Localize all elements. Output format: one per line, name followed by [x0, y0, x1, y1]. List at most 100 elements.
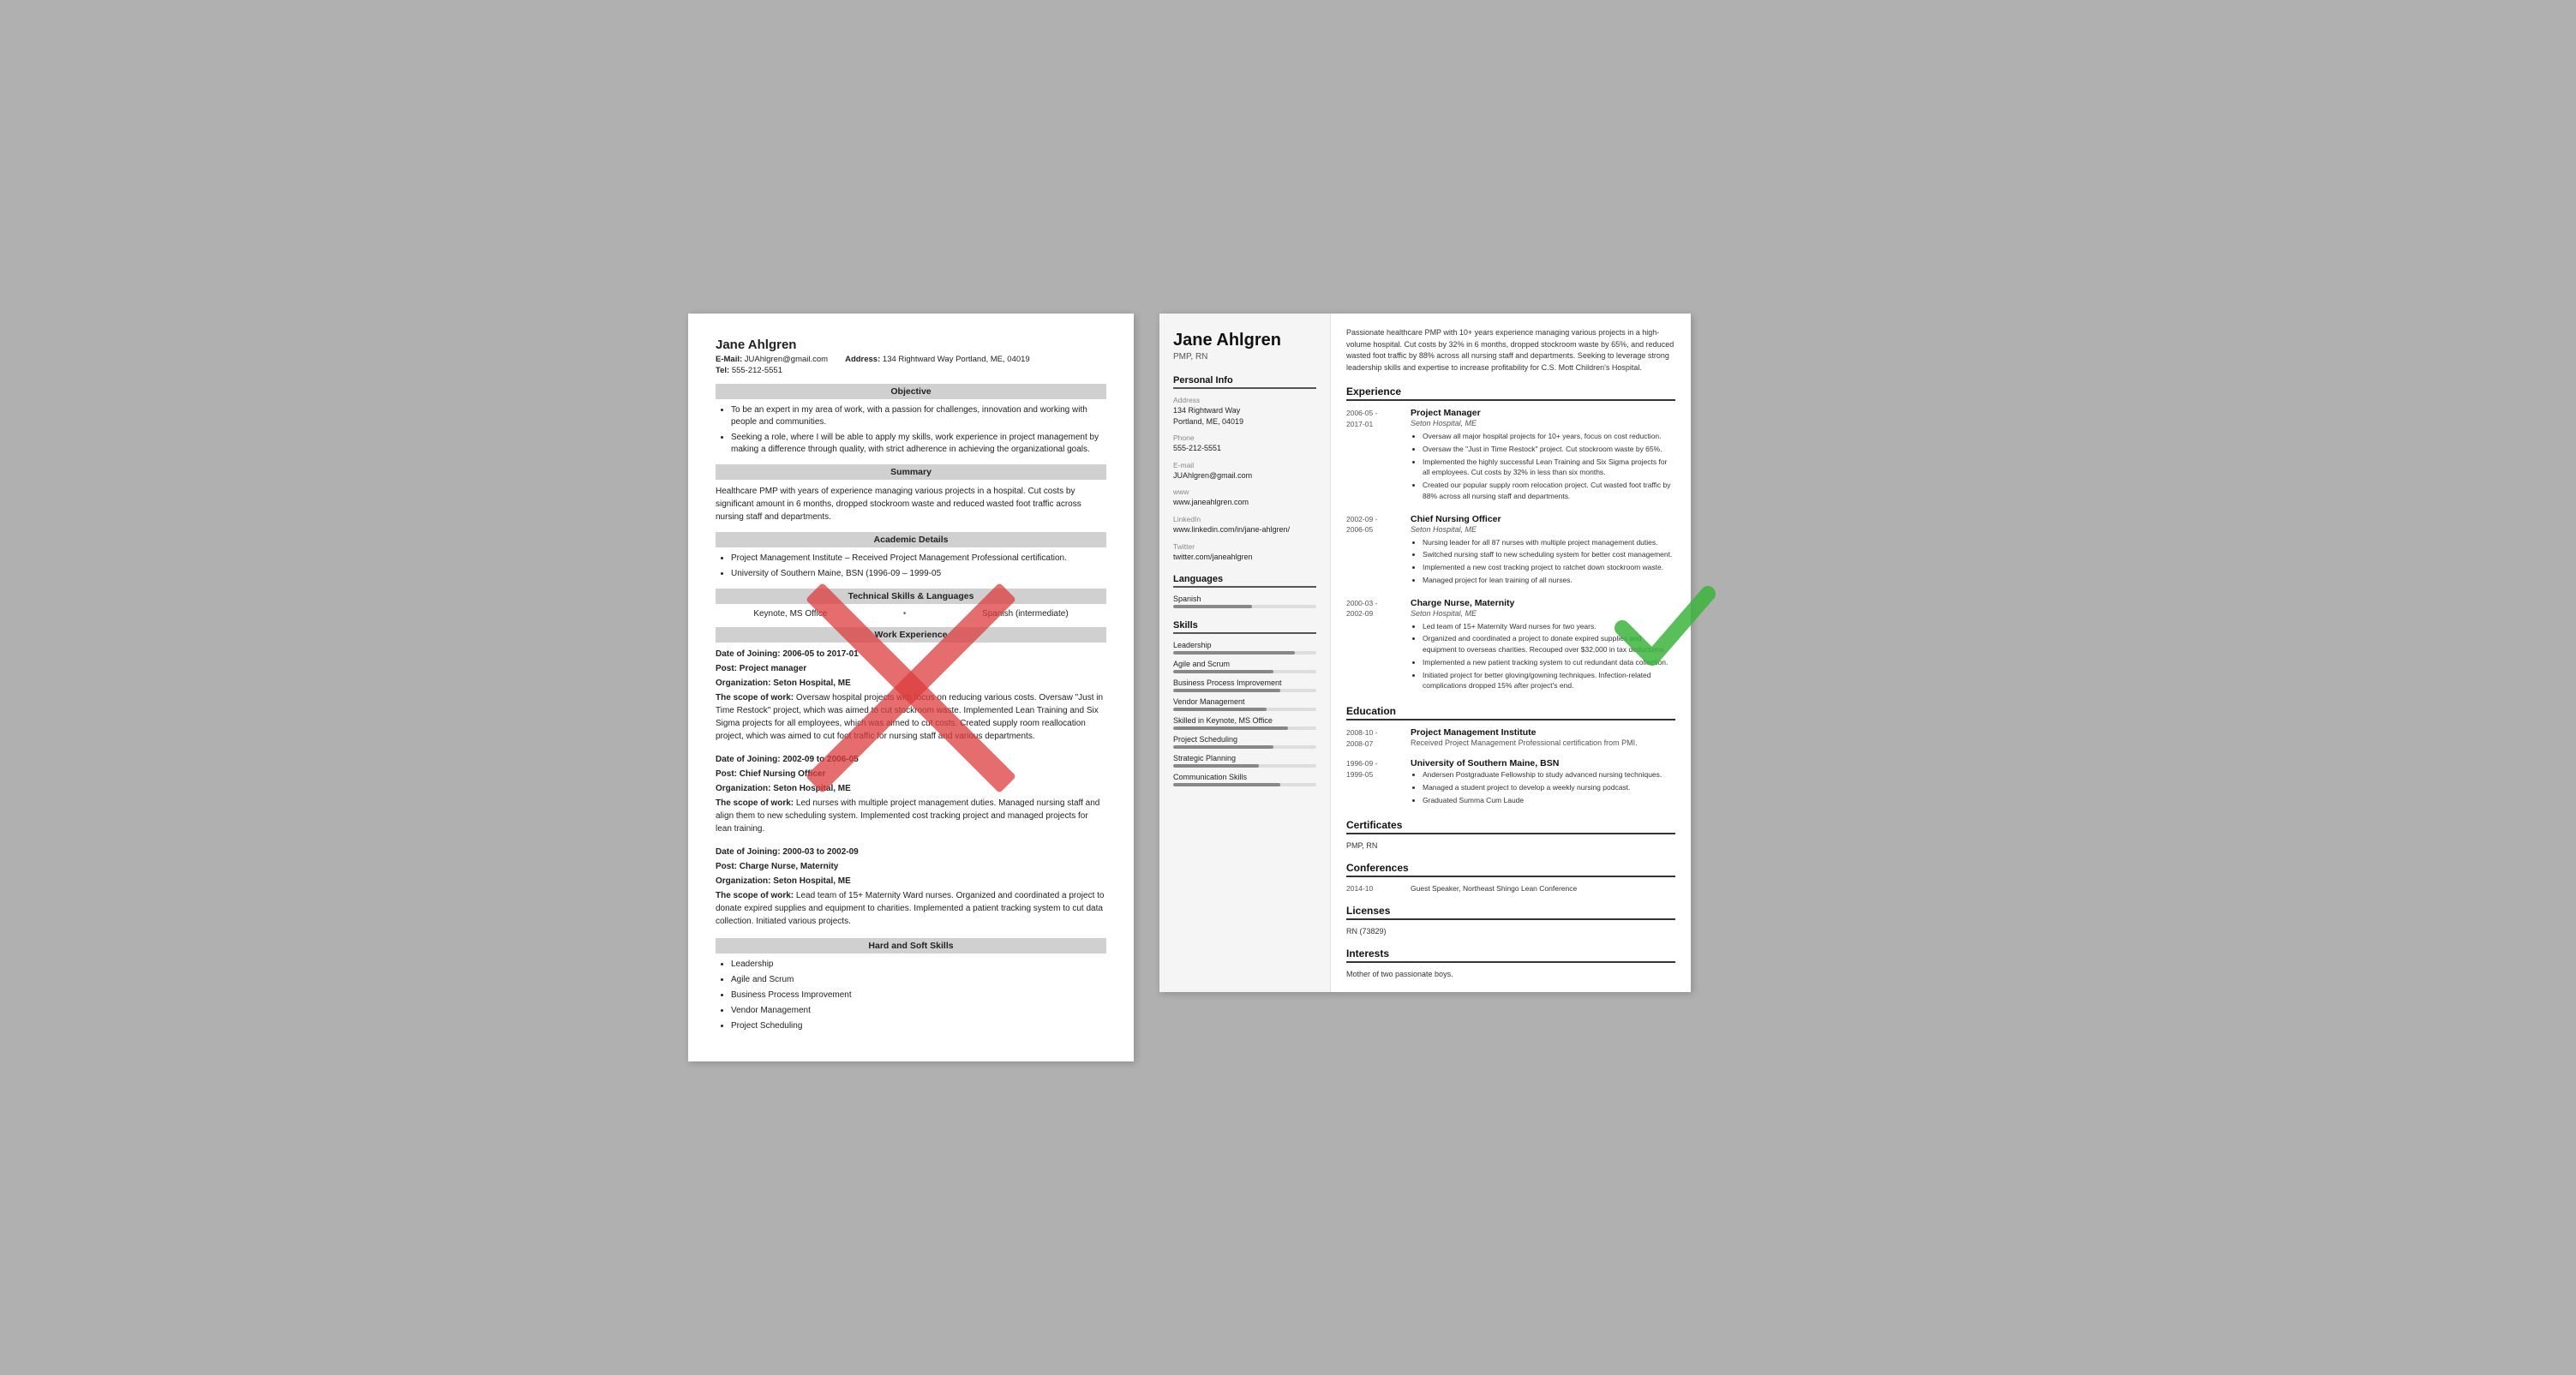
edu-org: Received Project Management Professional…: [1411, 738, 1638, 747]
right-summary: Passionate healthcare PMP with 10+ years…: [1346, 327, 1675, 374]
edu-content: Project Management Institute Received Pr…: [1411, 727, 1638, 750]
right-right-col: Passionate healthcare PMP with 10+ years…: [1331, 314, 1691, 992]
skill-bpi: Business Process Improvement: [1173, 679, 1316, 692]
left-objective-title: Objective: [716, 384, 1106, 399]
exp-entry-2: 2002-09 -2006-05 Chief Nursing Officer S…: [1346, 514, 1675, 588]
work-scope: The scope of work: Led nurses with multi…: [716, 797, 1106, 835]
right-conf-title: Conferences: [1346, 862, 1675, 877]
list-item: Seeking a role, where I will be able to …: [731, 432, 1106, 456]
left-academic-list: Project Management Institute – Received …: [716, 553, 1106, 580]
edu-dates: 2008-10 -2008-07: [1346, 727, 1402, 750]
left-skills-list: Leadership Agile and Scrum Business Proc…: [716, 959, 1106, 1032]
list-item: Organized and coordinated a project to d…: [1423, 633, 1675, 655]
exp-dates: 2000-03 -2002-09: [1346, 598, 1402, 694]
left-work-entry-3: Date of Joining: 2000-03 to 2002-09 Post…: [716, 846, 1106, 928]
work-post: Post: Charge Nurse, Maternity: [716, 860, 1106, 873]
lang-bar: [1173, 605, 1316, 608]
exp-content: Project Manager Seton Hospital, ME Overs…: [1411, 408, 1675, 504]
edu-entry-2: 1996-09 -1999-05 University of Southern …: [1346, 758, 1675, 807]
skill-agile: Agile and Scrum: [1173, 660, 1316, 673]
exp-title: Project Manager: [1411, 408, 1675, 418]
work-scope: The scope of work: Oversaw hospital proj…: [716, 691, 1106, 743]
right-phone-label: Phone: [1173, 433, 1316, 442]
interest-item: Mother of two passionate boys.: [1346, 970, 1675, 978]
left-work-entry-1: Date of Joining: 2006-05 to 2017-01 Post…: [716, 648, 1106, 743]
left-skill-item: Keynote, MS Office: [753, 609, 827, 619]
resume-right: Jane Ahlgren PMP, RN Personal Info Addre…: [1159, 314, 1691, 992]
right-credential: PMP, RN: [1173, 352, 1316, 362]
skill-leadership: Leadership: [1173, 641, 1316, 655]
list-item: Leadership: [731, 959, 1106, 971]
skill-communication: Communication Skills: [1173, 773, 1316, 786]
work-dates: Date of Joining: 2000-03 to 2002-09: [716, 846, 1106, 858]
left-language-item: Spanish (intermediate): [982, 609, 1069, 619]
work-dates: Date of Joining: 2006-05 to 2017-01: [716, 648, 1106, 661]
right-lang-spanish: Spanish: [1173, 595, 1316, 608]
right-education-title: Education: [1346, 705, 1675, 720]
right-www-label: www: [1173, 487, 1316, 496]
list-item: Implemented the highly successful Lean T…: [1423, 457, 1675, 479]
left-email: E-Mail: JUAhlgren@gmail.com: [716, 355, 828, 364]
exp-bullets: Led team of 15+ Maternity Ward nurses fo…: [1411, 621, 1675, 692]
list-item: Implemented a new patient tracking syste…: [1423, 657, 1675, 668]
list-item: Managed a student project to develop a w…: [1423, 782, 1662, 793]
work-scope: The scope of work: Lead team of 15+ Mate…: [716, 889, 1106, 928]
right-interests-title: Interests: [1346, 948, 1675, 963]
list-item: Business Process Improvement: [731, 989, 1106, 1001]
exp-bullets: Oversaw all major hospital projects for …: [1411, 431, 1675, 502]
list-item: Agile and Scrum: [731, 974, 1106, 986]
exp-content: Charge Nurse, Maternity Seton Hospital, …: [1411, 598, 1675, 694]
list-item: Managed project for lean training of all…: [1423, 575, 1675, 586]
list-item: To be an expert in my area of work, with…: [731, 404, 1106, 428]
right-phone-value: 555-212-5551: [1173, 443, 1316, 454]
list-item: Led team of 15+ Maternity Ward nurses fo…: [1423, 621, 1675, 632]
lang-bar-fill: [1173, 605, 1252, 608]
right-linkedin-value: www.linkedin.com/in/jane-ahlgren/: [1173, 524, 1316, 535]
lang-name: Spanish: [1173, 595, 1316, 603]
exp-entry-1: 2006-05 -2017-01 Project Manager Seton H…: [1346, 408, 1675, 504]
exp-entry-3: 2000-03 -2002-09 Charge Nurse, Maternity…: [1346, 598, 1675, 694]
resume-left: Jane Ahlgren E-Mail: JUAhlgren@gmail.com…: [688, 314, 1134, 1061]
right-experience-title: Experience: [1346, 386, 1675, 401]
left-address: Address: 134 Rightward Way Portland, ME,…: [845, 355, 1030, 364]
right-address-label: Address: [1173, 396, 1316, 404]
right-skills-title: Skills: [1173, 620, 1316, 634]
skill-vendor: Vendor Management: [1173, 697, 1316, 711]
right-address-value: 134 Rightward WayPortland, ME, 04019: [1173, 405, 1316, 427]
list-item: Nursing leader for all 87 nurses with mu…: [1423, 537, 1675, 548]
right-personal-title: Personal Info: [1173, 375, 1316, 389]
left-name: Jane Ahlgren: [716, 338, 1106, 352]
work-org: Organization: Seton Hospital, ME: [716, 875, 1106, 888]
right-twitter-value: twitter.com/janeahlgren: [1173, 552, 1316, 563]
left-work-title: Work Experience: [716, 627, 1106, 643]
list-item: Oversaw all major hospital projects for …: [1423, 431, 1675, 442]
edu-dates: 1996-09 -1999-05: [1346, 758, 1402, 807]
page-container: Jane Ahlgren E-Mail: JUAhlgren@gmail.com…: [688, 314, 1888, 1061]
right-www-value: www.janeahlgren.com: [1173, 497, 1316, 508]
exp-title: Charge Nurse, Maternity: [1411, 598, 1675, 608]
right-name-block: Jane Ahlgren PMP, RN: [1173, 331, 1316, 362]
license-item: RN (73829): [1346, 927, 1675, 936]
edu-title: University of Southern Maine, BSN: [1411, 758, 1662, 768]
right-twitter-label: Twitter: [1173, 542, 1316, 551]
left-tel: Tel: 555-212-5551: [716, 366, 1106, 375]
list-item: University of Southern Maine, BSN (1996-…: [731, 568, 1106, 580]
right-email-value: JUAhlgren@gmail.com: [1173, 470, 1316, 481]
exp-content: Chief Nursing Officer Seton Hospital, ME…: [1411, 514, 1675, 588]
left-work-entry-2: Date of Joining: 2002-09 to 2006-05 Post…: [716, 753, 1106, 835]
left-objective-list: To be an expert in my area of work, with…: [716, 404, 1106, 456]
list-item: Implemented a new cost tracking project …: [1423, 562, 1675, 573]
exp-dates: 2006-05 -2017-01: [1346, 408, 1402, 504]
left-academic-title: Academic Details: [716, 532, 1106, 547]
work-post: Post: Project manager: [716, 662, 1106, 675]
right-left-col: Jane Ahlgren PMP, RN Personal Info Addre…: [1159, 314, 1331, 992]
exp-org: Seton Hospital, ME: [1411, 609, 1675, 618]
right-languages-title: Languages: [1173, 574, 1316, 588]
list-item: Vendor Management: [731, 1005, 1106, 1017]
right-linkedin-label: LinkedIn: [1173, 515, 1316, 523]
exp-dates: 2002-09 -2006-05: [1346, 514, 1402, 588]
list-item: Andersen Postgraduate Fellowship to stud…: [1423, 769, 1662, 780]
work-dates: Date of Joining: 2002-09 to 2006-05: [716, 753, 1106, 766]
list-item: Switched nursing staff to new scheduling…: [1423, 549, 1675, 560]
skill-scheduling: Project Scheduling: [1173, 735, 1316, 749]
